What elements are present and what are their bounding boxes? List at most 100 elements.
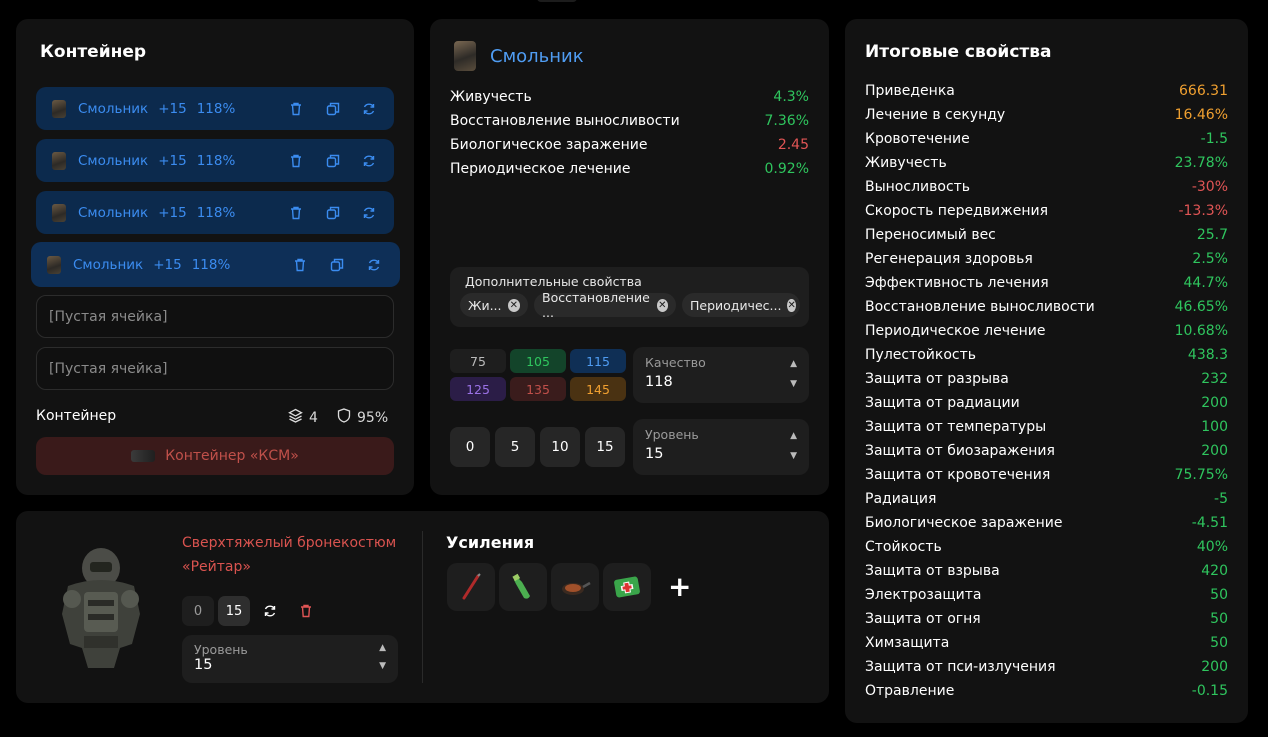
extra-chip[interactable]: Периодичес... ✕ — [682, 293, 800, 317]
property-value: 200 — [1201, 395, 1228, 411]
refresh-icon[interactable] — [366, 257, 382, 273]
final-properties-panel: Итоговые свойства Приведенка 666.31 Лечени… — [845, 19, 1248, 723]
property-label: Химзащита — [865, 635, 950, 651]
property-label: Пулестойкость — [865, 347, 977, 363]
bottle-icon[interactable] — [499, 563, 547, 611]
level-button[interactable]: 10 — [540, 427, 580, 467]
property-value: 46.65% — [1174, 299, 1228, 315]
item-header: Смольник — [454, 41, 584, 71]
refresh-icon[interactable] — [361, 153, 377, 169]
copy-icon[interactable] — [325, 205, 341, 221]
close-icon[interactable]: ✕ — [507, 298, 520, 312]
refresh-icon[interactable] — [361, 101, 377, 117]
armor-name: Сверхтяжелый бронекостюм «Рейтар» — [182, 535, 397, 575]
final-property-row: Регенерация здоровья 2.5% — [865, 251, 1228, 267]
quality-button[interactable]: 105 — [510, 349, 566, 373]
extra-chip[interactable]: Восстановление ... ✕ — [534, 290, 676, 320]
quality-button[interactable]: 75 — [450, 349, 506, 373]
container-slot-active[interactable]: Смольник +15 118% — [31, 242, 400, 287]
chip-label: Восстановление ... — [542, 290, 650, 320]
refresh-icon[interactable] — [361, 205, 377, 221]
final-property-row: Переносимый вес 25.7 — [865, 227, 1228, 243]
final-property-row: Защита от кровотечения 75.75% — [865, 467, 1228, 483]
property-value: 23.78% — [1174, 155, 1228, 171]
container-slot[interactable]: Смольник +15 118% — [36, 139, 394, 182]
property-label: Стойкость — [865, 539, 942, 555]
artifact-icon — [52, 99, 66, 118]
property-label: Защита от пси-излучения — [865, 659, 1056, 675]
copy-icon[interactable] — [325, 101, 341, 117]
property-value: -13.3% — [1178, 203, 1228, 219]
trash-icon[interactable] — [292, 257, 308, 273]
container-panel: Контейнер Смольник +15 118% Смольник +15… — [16, 19, 414, 495]
property-value: 40% — [1196, 539, 1228, 555]
artifact-icon — [454, 41, 476, 71]
property-label: Регенерация здоровья — [865, 251, 1033, 267]
chevron-up-icon[interactable]: ▲ — [790, 359, 797, 369]
armor-level-fifteen-button[interactable]: 15 — [218, 596, 250, 626]
property-label: Переносимый вес — [865, 227, 996, 243]
final-property-row: Живучесть 23.78% — [865, 155, 1228, 171]
capacity-stat: 4 — [288, 408, 318, 427]
quality-button[interactable]: 125 — [450, 377, 506, 401]
trash-icon[interactable] — [288, 153, 304, 169]
food-pan-icon[interactable] — [551, 563, 599, 611]
chevron-down-icon[interactable]: ▼ — [790, 451, 797, 461]
refresh-icon[interactable] — [260, 596, 280, 626]
copy-icon[interactable] — [325, 153, 341, 169]
quality-button[interactable]: 145 — [570, 377, 626, 401]
trash-icon[interactable] — [288, 101, 304, 117]
container-slot[interactable]: Смольник +15 118% — [36, 191, 394, 234]
container-slot[interactable]: Смольник +15 118% — [36, 87, 394, 130]
level-button[interactable]: 15 — [585, 427, 625, 467]
container-item-button[interactable]: Контейнер «КСМ» — [36, 437, 394, 475]
property-label: Приведенка — [865, 83, 955, 99]
stat-label: Биологическое заражение — [450, 137, 648, 153]
level-label: Уровень — [645, 427, 699, 442]
extra-properties: Дополнительные свойства Жи... ✕ Восстанов… — [450, 267, 809, 327]
copy-icon[interactable] — [329, 257, 345, 273]
trash-icon[interactable] — [296, 596, 316, 626]
property-label: Периодическое лечение — [865, 323, 1046, 339]
layers-icon — [288, 408, 303, 427]
close-icon[interactable]: ✕ — [656, 298, 668, 312]
item-stat-row: Биологическое заражение 2.45 — [450, 137, 809, 153]
chevron-down-icon[interactable]: ▼ — [790, 379, 797, 389]
container-item-label: Контейнер «КСМ» — [165, 448, 299, 464]
artifact-icon — [52, 203, 66, 222]
final-property-row: Скорость передвижения -13.3% — [865, 203, 1228, 219]
chevron-down-icon[interactable]: ▼ — [379, 661, 386, 671]
armor-level-stepper[interactable]: Уровень 15 ▲ ▼ — [182, 635, 398, 683]
empty-slot[interactable]: [Пустая ячейка] — [36, 347, 394, 390]
level-button[interactable]: 0 — [450, 427, 490, 467]
armor-level-value: 15 — [194, 657, 213, 673]
close-icon[interactable]: ✕ — [787, 298, 796, 312]
property-value: 50 — [1210, 587, 1228, 603]
final-property-row: Восстановление выносливости 46.65% — [865, 299, 1228, 315]
add-boost-button[interactable]: + — [668, 570, 691, 603]
final-property-row: Приведенка 666.31 — [865, 83, 1228, 99]
property-label: Живучесть — [865, 155, 947, 171]
stat-value: 7.36% — [764, 113, 809, 129]
syringe-icon[interactable] — [447, 563, 495, 611]
quality-button[interactable]: 115 — [570, 349, 626, 373]
chevron-up-icon[interactable]: ▲ — [790, 431, 797, 441]
chevron-up-icon[interactable]: ▲ — [379, 643, 386, 653]
trash-icon[interactable] — [288, 205, 304, 221]
extra-chip[interactable]: Жи... ✕ — [460, 293, 528, 317]
property-value: 10.68% — [1174, 323, 1228, 339]
property-value: 232 — [1201, 371, 1228, 387]
quality-button[interactable]: 135 — [510, 377, 566, 401]
level-stepper[interactable]: Уровень 15 ▲ ▼ — [633, 419, 809, 475]
property-value: 16.46% — [1174, 107, 1228, 123]
level-button[interactable]: 5 — [495, 427, 535, 467]
quality-stepper[interactable]: Качество 118 ▲ ▼ — [633, 347, 809, 403]
property-value: 420 — [1201, 563, 1228, 579]
item-stat-row: Периодическое лечение 0.92% — [450, 161, 809, 177]
empty-slot[interactable]: [Пустая ячейка] — [36, 295, 394, 338]
armor-level-zero-button[interactable]: 0 — [182, 596, 214, 626]
property-value: -30% — [1191, 179, 1228, 195]
medkit-icon[interactable] — [603, 563, 651, 611]
armor-image — [62, 548, 140, 668]
stat-label: Живучесть — [450, 89, 532, 105]
